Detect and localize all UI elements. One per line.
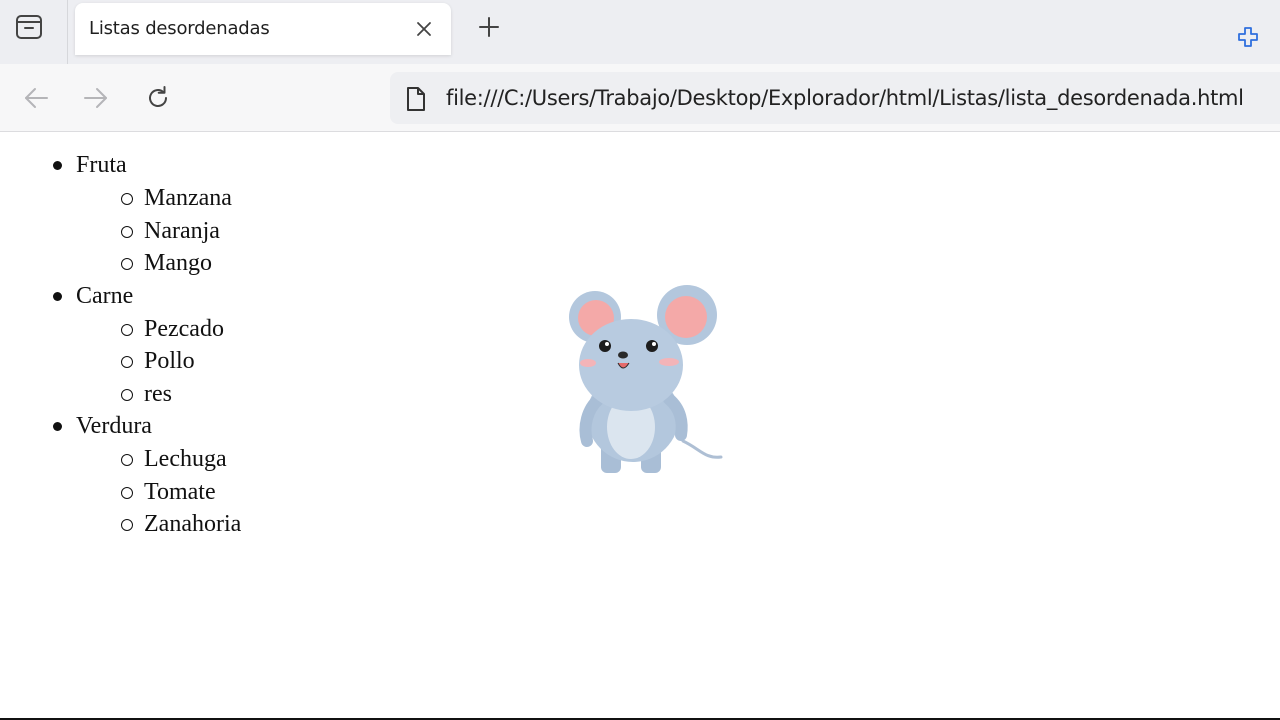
list-item-sub: Manzana bbox=[52, 184, 241, 217]
list-item-sub: Zanahoria bbox=[52, 510, 241, 543]
list-item-sub: res bbox=[52, 380, 241, 413]
tab-strip: Listas desordenadas bbox=[0, 0, 1280, 64]
list-item-sub: Pezcado bbox=[52, 315, 241, 348]
url-text[interactable]: file:///C:/Users/Trabajo/Desktop/Explora… bbox=[446, 86, 1244, 110]
list-item-sub: Naranja bbox=[52, 217, 241, 250]
list-item-sub: Lechuga bbox=[52, 445, 241, 478]
list-item-sub: Tomate bbox=[52, 478, 241, 511]
list-item-sub: Mango bbox=[52, 249, 241, 282]
navigation-toolbar: file:///C:/Users/Trabajo/Desktop/Explora… bbox=[0, 64, 1280, 132]
forward-arrow-icon[interactable] bbox=[78, 80, 114, 116]
list-item-sub: Pollo bbox=[52, 347, 241, 380]
address-bar[interactable]: file:///C:/Users/Trabajo/Desktop/Explora… bbox=[390, 72, 1280, 124]
list-item-category: Fruta bbox=[52, 151, 241, 184]
list-item-category: Carne bbox=[52, 282, 241, 315]
file-icon[interactable] bbox=[404, 86, 428, 112]
unordered-list: Fruta Manzana Naranja Mango Carne Pezcado Poll… bbox=[52, 151, 241, 543]
reload-icon[interactable] bbox=[140, 80, 176, 116]
workspaces-icon[interactable] bbox=[14, 13, 44, 41]
page-content: Fruta Manzana Naranja Mango Carne Pezcado Poll… bbox=[0, 133, 1280, 720]
list-item-category: Verdura bbox=[52, 412, 241, 445]
tab-actions bbox=[0, 0, 68, 64]
extension-icon[interactable] bbox=[1235, 24, 1261, 50]
close-icon[interactable] bbox=[411, 16, 437, 42]
mouse-illustration bbox=[569, 285, 723, 473]
plus-icon[interactable] bbox=[474, 12, 504, 42]
back-arrow-icon[interactable] bbox=[18, 80, 54, 116]
tab-title: Listas desordenadas bbox=[89, 18, 270, 39]
active-tab[interactable]: Listas desordenadas bbox=[75, 3, 451, 55]
